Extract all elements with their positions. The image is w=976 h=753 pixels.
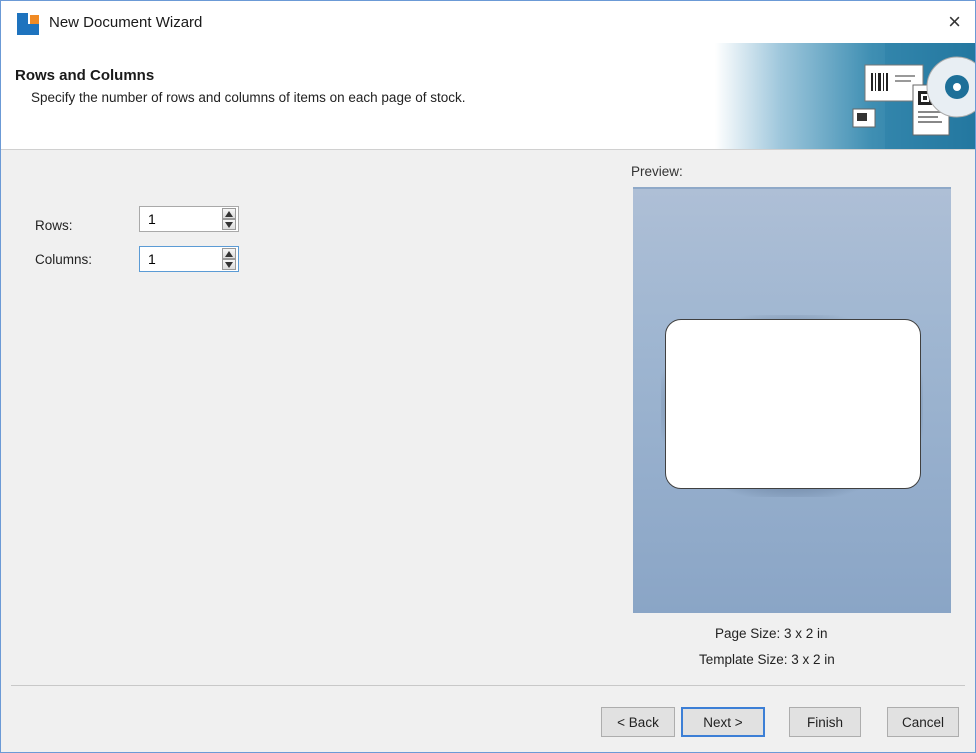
step-description: Specify the number of rows and columns o… [31,90,466,105]
columns-stepper[interactable] [139,246,239,272]
rows-label: Rows: [35,218,73,233]
title-bar: New Document Wizard × [1,1,975,43]
columns-spin-buttons [222,248,236,270]
columns-input[interactable] [140,247,222,271]
rows-spin-buttons [222,208,236,230]
spin-up-icon[interactable] [222,248,236,259]
template-size-text: Template Size: 3 x 2 in [699,652,835,667]
page-size-text: Page Size: 3 x 2 in [715,626,828,641]
spin-down-icon[interactable] [222,219,236,230]
window-title: New Document Wizard [49,14,203,31]
finish-button[interactable]: Finish [789,707,861,737]
banner-graphic [715,43,975,149]
cancel-button[interactable]: Cancel [887,707,959,737]
wizard-window: New Document Wizard × Rows and Columns S… [0,0,976,753]
bottom-separator [11,685,965,686]
step-title: Rows and Columns [15,67,155,84]
rows-input[interactable] [140,207,222,231]
columns-label: Columns: [35,252,93,267]
next-button[interactable]: Next > [681,707,765,737]
spin-up-icon[interactable] [222,208,236,219]
preview-pane [633,189,951,613]
rows-stepper[interactable] [139,206,239,232]
wizard-header: Rows and Columns Specify the number of r… [1,43,975,150]
label-preview [665,319,921,489]
spin-down-icon[interactable] [222,259,236,270]
preview-label: Preview: [631,164,683,179]
close-icon[interactable]: × [948,9,961,35]
back-button[interactable]: < Back [601,707,675,737]
wizard-app-icon [17,13,39,35]
